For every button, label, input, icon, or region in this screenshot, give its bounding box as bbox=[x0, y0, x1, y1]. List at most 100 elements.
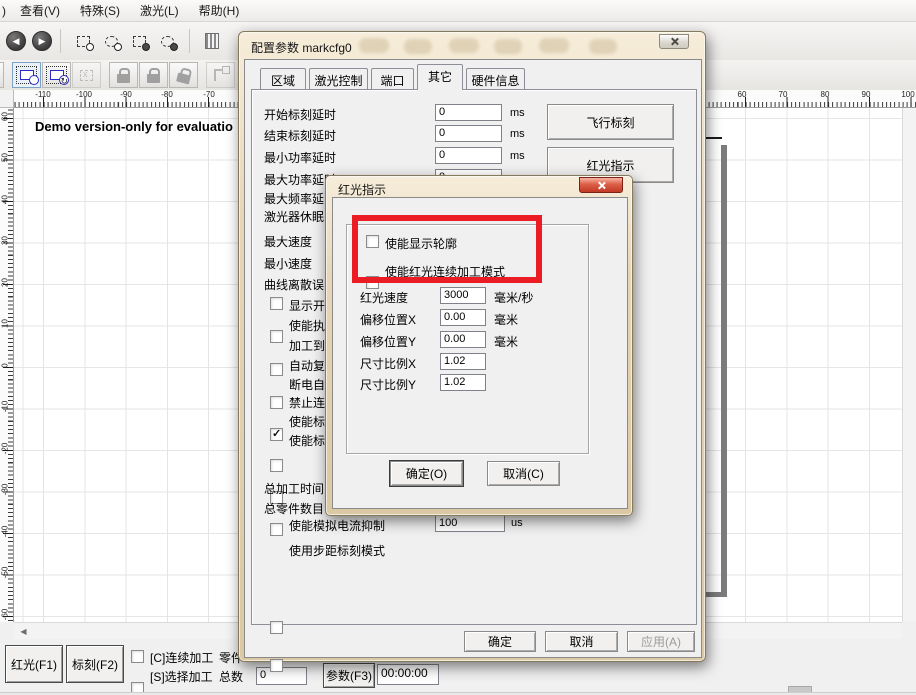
lock-x-button[interactable] bbox=[109, 62, 138, 88]
scale-x-input[interactable]: 1.02 bbox=[440, 353, 486, 370]
unit-label: 毫米 bbox=[494, 333, 518, 350]
v-ruler-label: 60 bbox=[1, 109, 10, 125]
time-display: 00:00:00 bbox=[377, 664, 439, 685]
checkbox-label: 自动复 bbox=[289, 357, 325, 374]
enable-exec-checkbox[interactable] bbox=[270, 330, 283, 343]
select-mode-label: [S]选择加工 bbox=[150, 668, 213, 685]
checkbox-label: 断电自 bbox=[289, 376, 325, 393]
power-off-auto-checkbox[interactable] bbox=[270, 428, 283, 441]
node-edit-icon[interactable] bbox=[69, 27, 97, 55]
forward-button[interactable]: ▶ bbox=[32, 31, 52, 51]
object-outline-right[interactable] bbox=[721, 145, 727, 597]
annotation-highlight-box bbox=[352, 215, 542, 283]
rotate-tool-button[interactable]: ↻ bbox=[42, 62, 71, 88]
menu-item-special[interactable]: 特殊(S) bbox=[70, 0, 130, 22]
field-label: 最小速度 bbox=[264, 255, 312, 272]
continuous-mode-checkbox[interactable] bbox=[131, 650, 144, 663]
node-break-icon[interactable] bbox=[153, 27, 181, 55]
step-mark-checkbox[interactable] bbox=[270, 659, 283, 672]
field-label: 最小功率延时 bbox=[264, 149, 336, 166]
redlight-cancel-button[interactable]: 取消(C) bbox=[487, 461, 560, 486]
redlight-speed-input[interactable]: 3000 bbox=[440, 287, 486, 304]
scroll-left-arrow-icon[interactable]: ◀ bbox=[16, 625, 31, 638]
hatch-icon[interactable] bbox=[198, 27, 226, 55]
unit-label: 毫米/秒 bbox=[494, 289, 533, 306]
tab-area[interactable]: 区域 bbox=[260, 68, 306, 89]
sim-current-input[interactable]: 100 bbox=[435, 515, 505, 532]
offset-y-input[interactable]: 0.00 bbox=[440, 331, 486, 348]
tab-port[interactable]: 端口 bbox=[371, 68, 414, 89]
total-label: 总数 bbox=[219, 668, 243, 685]
mark-f2-button[interactable]: 标刻(F2) bbox=[66, 645, 124, 683]
glass-reflection bbox=[359, 38, 389, 53]
tab-laser-control[interactable]: 激光控制 bbox=[309, 68, 368, 89]
tab-other-active[interactable]: 其它 bbox=[417, 64, 463, 90]
close-icon bbox=[597, 181, 606, 190]
param-f3-button[interactable]: 参数(F3) bbox=[323, 663, 375, 688]
back-button[interactable]: ◀ bbox=[6, 31, 26, 51]
redlight-dialog: 红光指示 使能显示轮廓 使能红光连续加工模式 红光速度 3000 毫米/秒 偏移… bbox=[325, 175, 633, 516]
checkbox-label: 使能执 bbox=[289, 317, 325, 334]
ruler-corner bbox=[0, 90, 14, 108]
menu-item-view[interactable]: 查看(V) bbox=[10, 0, 70, 22]
glass-reflection bbox=[449, 38, 479, 53]
end-delay-input[interactable]: 0 bbox=[435, 125, 502, 142]
h-ruler-label: -70 bbox=[203, 90, 215, 99]
config-dialog-close-button[interactable] bbox=[659, 34, 689, 49]
checkbox-label: 显示开 bbox=[289, 297, 325, 314]
object-outline-bottom[interactable] bbox=[704, 592, 727, 597]
clipped-button[interactable] bbox=[0, 62, 4, 88]
total-parts-label: 总零件数目 bbox=[264, 500, 324, 517]
config-cancel-button[interactable]: 取消 bbox=[545, 631, 618, 652]
continuous-mode-label: [C]连续加工 bbox=[150, 649, 213, 666]
enable-mark2-checkbox[interactable] bbox=[270, 523, 283, 536]
lock-y-button[interactable] bbox=[139, 62, 168, 88]
menu-item-help[interactable]: 帮助(H) bbox=[189, 0, 250, 22]
v-ruler-label: -20 bbox=[1, 441, 10, 457]
fly-mark-button[interactable]: 飞行标刻 bbox=[547, 104, 674, 140]
array-tool-button[interactable]: x bbox=[72, 62, 101, 88]
auto-reset-checkbox[interactable] bbox=[270, 396, 283, 409]
field-label: 激光器休眠 bbox=[264, 208, 324, 225]
sim-current-checkbox[interactable] bbox=[270, 621, 283, 634]
h-ruler-label: 60 bbox=[738, 90, 747, 99]
field-label: 曲线离散误 bbox=[264, 276, 324, 293]
field-label: 偏移位置Y bbox=[360, 333, 416, 350]
tab-hardware-info[interactable]: 硬件信息 bbox=[466, 68, 525, 89]
object-outline-thin bbox=[704, 137, 722, 139]
scale-y-input[interactable]: 1.02 bbox=[440, 374, 486, 391]
v-ruler-label: 0 bbox=[1, 358, 10, 374]
vertical-scrollbar[interactable] bbox=[902, 108, 916, 622]
offset-x-input[interactable]: 0.00 bbox=[440, 309, 486, 326]
node-add-icon[interactable] bbox=[97, 27, 125, 55]
menu-item-fragment[interactable]: ) bbox=[0, 1, 10, 21]
lock-tilt-button[interactable] bbox=[169, 62, 198, 88]
vertical-ruler: 60 50 40 30 20 10 0 -10 -20 -30 -40 -50 … bbox=[0, 108, 14, 622]
checkbox-label: 禁止连 bbox=[289, 394, 325, 411]
min-power-delay-input[interactable]: 0 bbox=[435, 147, 502, 164]
field-label: 红光速度 bbox=[360, 289, 408, 306]
redlight-ok-button[interactable]: 确定(O) bbox=[390, 461, 463, 486]
redlight-dialog-close-button[interactable] bbox=[579, 177, 623, 193]
start-delay-input[interactable]: 0 bbox=[435, 104, 502, 121]
redlight-f1-button[interactable]: 红光(F1) bbox=[5, 645, 63, 683]
show-start-checkbox[interactable] bbox=[270, 297, 283, 310]
unit-label: 毫米 bbox=[494, 311, 518, 328]
process-to-checkbox[interactable] bbox=[270, 363, 283, 376]
menu-bar: ) 查看(V) 特殊(S) 激光(L) 帮助(H) bbox=[0, 0, 916, 22]
field-label: 最大频率延 bbox=[264, 190, 324, 207]
node-join-icon[interactable] bbox=[125, 27, 153, 55]
snap-corner-button[interactable] bbox=[206, 62, 235, 88]
field-label: 开始标刻延时 bbox=[264, 106, 336, 123]
h-ruler-label: 90 bbox=[862, 90, 871, 99]
menu-item-laser[interactable]: 激光(L) bbox=[130, 0, 189, 22]
h-ruler-label: -80 bbox=[161, 90, 173, 99]
forbid-continuous-checkbox[interactable] bbox=[270, 459, 283, 472]
v-ruler-label: 20 bbox=[1, 275, 10, 291]
h-ruler-label: -90 bbox=[120, 90, 132, 99]
select-tool-button[interactable] bbox=[12, 62, 41, 88]
config-apply-button[interactable]: 应用(A) bbox=[627, 631, 695, 652]
checkbox-label: 使能模拟电流抑制 bbox=[289, 517, 385, 534]
config-ok-button[interactable]: 确定 bbox=[464, 631, 536, 652]
field-label: 最大速度 bbox=[264, 233, 312, 250]
